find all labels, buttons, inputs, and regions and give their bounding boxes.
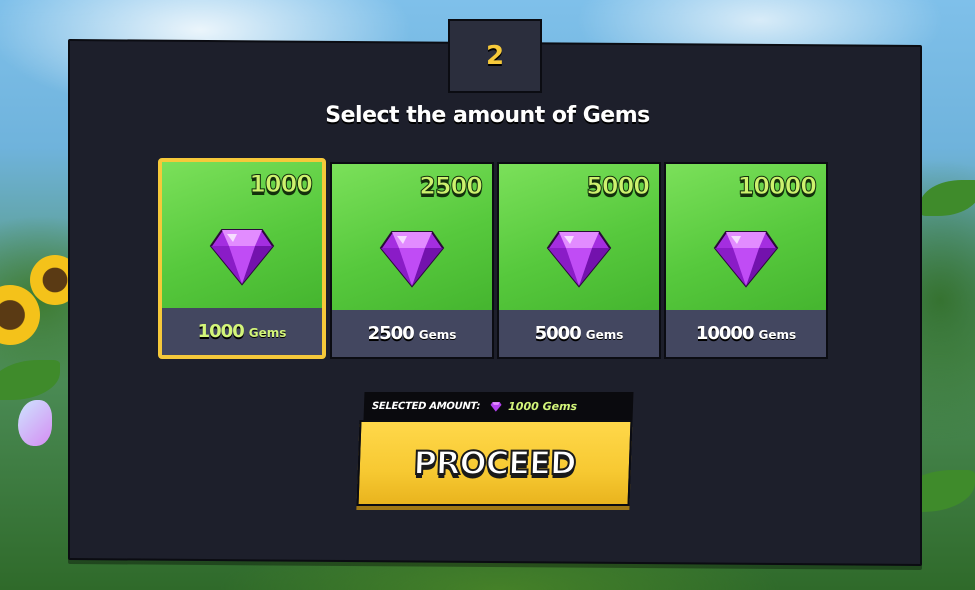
card-footer-amount: 5000: [534, 323, 582, 344]
card-footer-amount: 1000: [197, 321, 245, 342]
selected-amount-label: SELECTED AMOUNT:: [371, 400, 481, 412]
page-title: Select the amount of Gems: [325, 103, 650, 128]
gem-icon: [209, 229, 275, 286]
gem-icon: [490, 401, 502, 412]
selected-amount-bar: SELECTED AMOUNT: 1000 Gems: [363, 392, 634, 420]
card-footer: 2500 Gems: [332, 310, 492, 357]
card-footer-unit: Gems: [758, 328, 797, 342]
card-footer-unit: Gems: [418, 328, 457, 342]
card-amount: 2500: [419, 172, 484, 201]
card-top: 10000: [666, 164, 826, 310]
step-badge: 2: [448, 19, 542, 93]
card-footer-amount: 10000: [695, 323, 755, 344]
gem-icon: [379, 231, 445, 288]
card-footer-amount: 2500: [367, 323, 415, 344]
card-top: 5000: [499, 164, 659, 310]
card-amount: 1000: [249, 170, 314, 199]
step-number: 2: [485, 41, 505, 71]
card-amount: 10000: [737, 172, 817, 201]
proceed-button[interactable]: PROCEED: [356, 420, 633, 506]
card-footer: 1000 Gems: [162, 308, 322, 355]
leaf-decoration: [0, 360, 60, 400]
card-top: 1000: [162, 162, 322, 308]
gem-package-card-10000[interactable]: 10000 10000 Gems: [664, 162, 828, 359]
gem-icon: [713, 231, 779, 288]
card-footer-unit: Gems: [585, 328, 624, 342]
gem-icon: [546, 231, 612, 288]
card-top: 2500: [332, 164, 492, 310]
gem-package-card-5000[interactable]: 5000 5000 Gems: [497, 162, 661, 359]
card-footer: 5000 Gems: [499, 310, 659, 357]
card-footer: 10000 Gems: [666, 310, 826, 357]
gem-package-card-2500[interactable]: 2500 2500 Gems: [330, 162, 494, 359]
gem-package-card-1000[interactable]: 1000 1000 Gems: [158, 158, 326, 359]
butterfly-decoration: [18, 400, 52, 446]
card-amount: 5000: [586, 172, 651, 201]
card-footer-unit: Gems: [248, 326, 287, 340]
leaf-decoration: [920, 180, 975, 216]
selected-amount-value: 1000 Gems: [507, 399, 578, 413]
